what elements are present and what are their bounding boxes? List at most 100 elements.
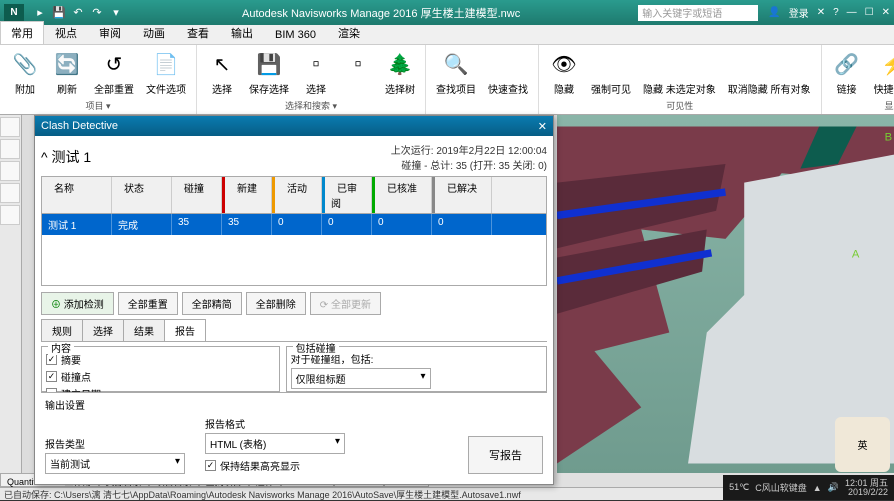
content-fieldset: 内容 摘要碰撞点建立日期已分配给核准日期核准者层名称项目路径项目 ID <box>41 346 280 392</box>
ribbon-tab[interactable]: 查看 <box>176 21 220 44</box>
left-toolbar <box>0 115 22 475</box>
include-select[interactable]: 仅限组标题 <box>291 368 431 389</box>
tool-btn[interactable] <box>0 205 20 225</box>
test-info: 上次运行: 2019年2月22日 12:00:04 碰撞 - 总计: 35 (打… <box>391 142 547 172</box>
ribbon-button[interactable]: ⚡快捷特性 <box>868 47 894 98</box>
column-header[interactable]: 碰撞 <box>172 177 222 213</box>
ribbon-button[interactable]: ↺全部重置 <box>88 47 140 98</box>
svg-text:A: A <box>852 249 860 261</box>
test-name-header: ^ 测试 1 <box>41 147 91 167</box>
close-icon[interactable]: ✕ <box>882 7 890 18</box>
preserve-checkbox[interactable] <box>205 460 216 471</box>
ribbon-button[interactable]: ↖选择 <box>201 47 243 98</box>
column-header[interactable]: 状态 <box>112 177 172 213</box>
table-row[interactable]: 测试 1完成35350000 <box>42 214 546 235</box>
clash-detective-panel: Clash Detective ✕ ^ 测试 1 上次运行: 2019年2月22… <box>34 115 554 485</box>
ribbon-tab[interactable]: 渲染 <box>327 21 371 44</box>
ribbon-button[interactable]: 📄文件选项 <box>140 47 192 98</box>
qat-open-icon[interactable]: ▸ <box>32 5 48 21</box>
ribbon-button[interactable]: 📎附加 <box>4 47 46 98</box>
svg-text:B: B <box>885 132 892 144</box>
ribbon-button[interactable]: 🌲选择树 <box>379 47 421 98</box>
cell: 测试 1 <box>42 214 112 235</box>
column-header[interactable]: 名称 <box>42 177 112 213</box>
checkbox[interactable] <box>46 388 57 392</box>
ribbon-tab[interactable]: BIM 360 <box>264 25 327 44</box>
qat-save-icon[interactable]: 💾 <box>51 5 67 21</box>
min-icon[interactable]: — <box>847 7 857 18</box>
qat-redo-icon[interactable]: ↷ <box>89 5 105 21</box>
help-icon[interactable]: ? <box>833 7 839 18</box>
ribbon-button[interactable]: 💾保存选择 <box>243 47 295 98</box>
ribbon-button[interactable]: ▫选择 <box>295 47 337 98</box>
column-header[interactable]: 新建 <box>222 177 272 213</box>
column-header[interactable]: 已核准 <box>372 177 432 213</box>
include-fieldset: 包括碰撞 对于碰撞组，包括: 仅限组标题 仅包含过滤后的结果 包括以下状态: 新… <box>286 346 547 392</box>
checkbox[interactable] <box>46 354 57 365</box>
subtab[interactable]: 选择 <box>82 319 124 341</box>
subtab[interactable]: 报告 <box>164 319 206 341</box>
user-icon[interactable]: 👤 <box>768 7 780 18</box>
viewport[interactable]: B A Clash Detective ✕ ^ 测试 1 上次运行: 2019年… <box>22 115 894 475</box>
ribbon-tabs: 常用视点审阅动画查看输出BIM 360渲染 <box>0 25 894 45</box>
tool-btn[interactable] <box>0 161 20 181</box>
ribbon-button[interactable]: ▫ <box>337 47 379 98</box>
max-icon[interactable]: ☐ <box>865 7 874 18</box>
app-icon: N <box>4 4 24 22</box>
report-type-select[interactable]: 当前测试 <box>45 453 185 474</box>
subtab[interactable]: 规则 <box>41 319 83 341</box>
tool-btn[interactable] <box>0 183 20 203</box>
cell: 0 <box>272 214 322 235</box>
tool-btn[interactable] <box>0 117 20 137</box>
ribbon-button[interactable]: 🔗链接 <box>826 47 868 98</box>
action-button[interactable]: ⟳ 全部更新 <box>310 292 381 315</box>
cell: 35 <box>222 214 272 235</box>
ribbon-tab[interactable]: 审阅 <box>88 21 132 44</box>
ime-indicator[interactable]: C风山软键盘 <box>755 481 807 494</box>
column-header[interactable]: 已审阅 <box>322 177 372 213</box>
system-tray: 51℃ C风山软键盘 ▲ 🔊 12:01 周五 2019/2/22 <box>723 475 894 500</box>
user-area: 👤 登录 ✕ ? — ☐ ✕ <box>768 5 890 20</box>
ribbon-tab[interactable]: 输出 <box>220 21 264 44</box>
report-format-select[interactable]: HTML (表格) <box>205 433 345 454</box>
ribbon-tab[interactable]: 视点 <box>44 21 88 44</box>
cell: 0 <box>432 214 492 235</box>
ribbon-button[interactable]: 取消隐藏 所有对象 <box>722 47 817 98</box>
checkbox[interactable] <box>46 371 57 382</box>
quick-access-toolbar: ▸ 💾 ↶ ↷ ▾ <box>32 5 124 21</box>
panel-close-icon[interactable]: ✕ <box>538 120 547 133</box>
subtab[interactable]: 结果 <box>123 319 165 341</box>
ribbon-button[interactable]: 强制可见 <box>585 47 637 98</box>
login-link[interactable]: 登录 <box>789 5 809 20</box>
ribbon-button[interactable]: 快速查找 <box>482 47 534 98</box>
ribbon-tab[interactable]: 动画 <box>132 21 176 44</box>
ribbon-button[interactable]: 🔍查找项目 <box>430 47 482 98</box>
column-header[interactable]: 已解决 <box>432 177 492 213</box>
action-button[interactable]: 全部精简 <box>182 292 242 315</box>
qat-undo-icon[interactable]: ↶ <box>70 5 86 21</box>
action-button[interactable]: 全部删除 <box>246 292 306 315</box>
output-settings: 输出设置 报告类型 当前测试 报告格式 HTML (表格) 保持结果高亮显示 写… <box>41 392 547 478</box>
ribbon-tab[interactable]: 常用 <box>0 21 44 44</box>
cell: 0 <box>322 214 372 235</box>
ribbon-button[interactable]: 🔄刷新 <box>46 47 88 98</box>
ribbon: 📎附加🔄刷新↺全部重置📄文件选项项目 ▾↖选择💾保存选择▫选择▫🌲选择树选择和搜… <box>0 45 894 115</box>
panel-titlebar[interactable]: Clash Detective ✕ <box>35 116 553 136</box>
tool-btn[interactable] <box>0 139 20 159</box>
ribbon-button[interactable]: 隐藏 未选定对象 <box>637 47 722 98</box>
action-button[interactable]: ⊕ 添加检测 <box>41 292 114 315</box>
tests-table: 名称状态碰撞新建活动已审阅已核准已解决 测试 1完成35350000 <box>41 176 547 286</box>
cell: 完成 <box>112 214 172 235</box>
search-input[interactable]: 输入关键字或短语 <box>638 5 758 21</box>
ime-avatar[interactable]: 英 <box>835 417 890 472</box>
qat-more-icon[interactable]: ▾ <box>108 5 124 21</box>
action-button[interactable]: 全部重置 <box>118 292 178 315</box>
write-report-button[interactable]: 写报告 <box>468 436 543 474</box>
tray-icon[interactable]: ▲ <box>813 483 822 493</box>
close-cross-icon[interactable]: ✕ <box>817 7 825 18</box>
ribbon-button[interactable]: 👁隐藏 <box>543 47 585 98</box>
tray-icon[interactable]: 🔊 <box>828 482 839 493</box>
column-header[interactable]: 活动 <box>272 177 322 213</box>
temp-indicator[interactable]: 51℃ <box>729 482 749 493</box>
panel-title: Clash Detective <box>41 120 118 132</box>
